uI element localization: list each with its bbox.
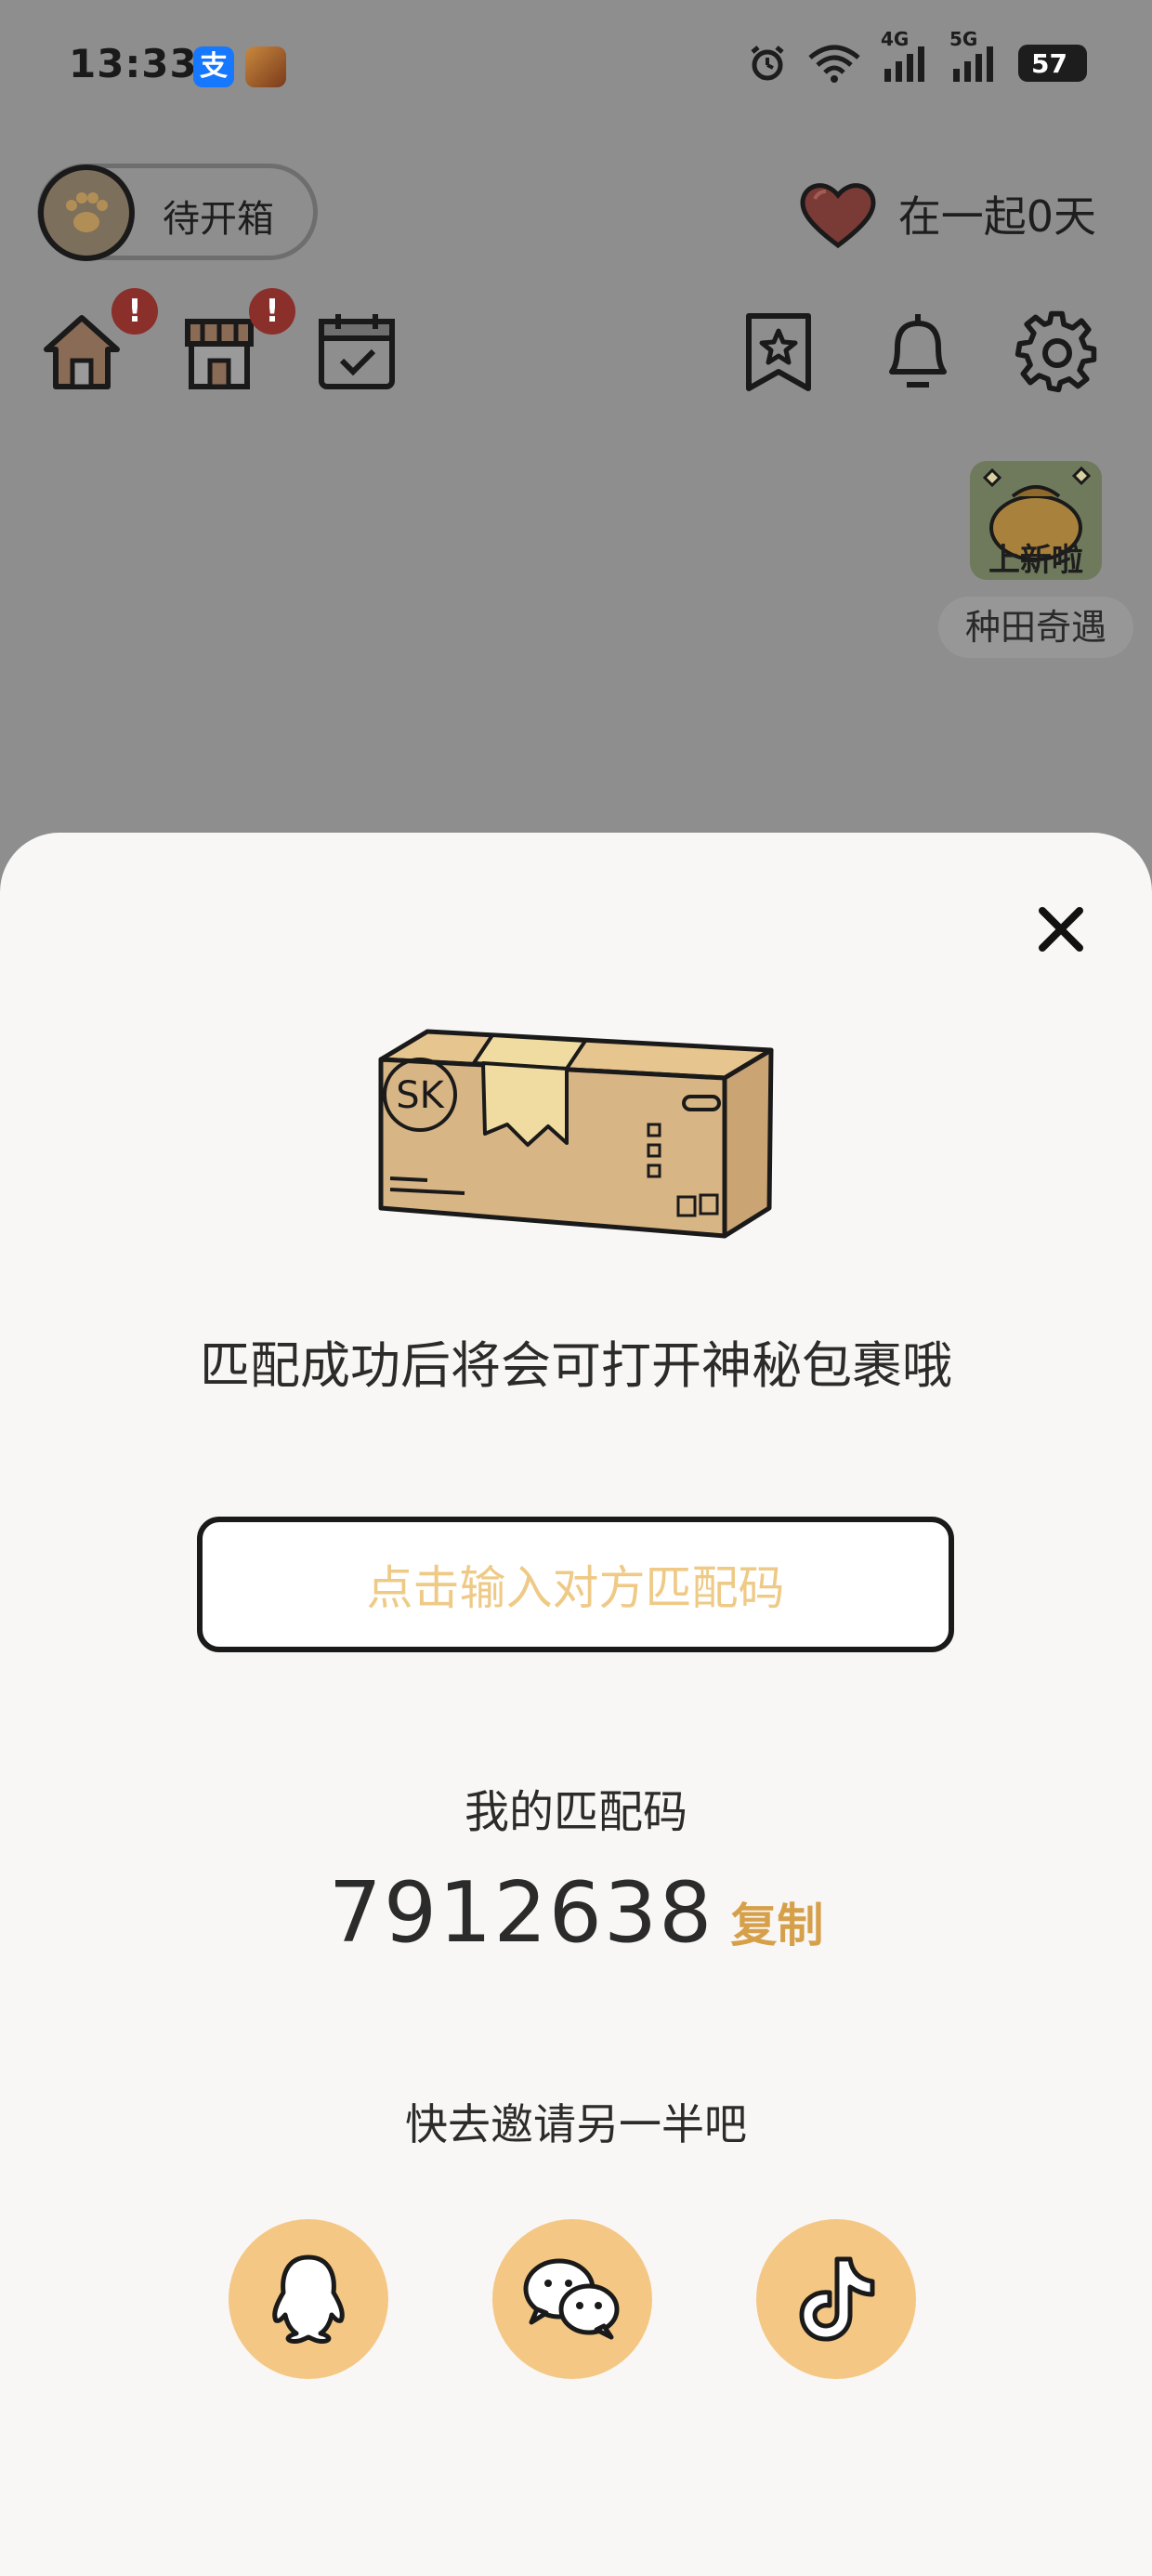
package-box-icon: SK <box>378 1029 774 1239</box>
mystery-box-illustration: SK <box>372 1022 780 1245</box>
signal-4g-icon <box>884 46 924 82</box>
notification-badge: ! <box>249 288 295 335</box>
status-icons: 4G 5G 57 <box>747 28 1087 84</box>
treasure-bag-icon: 上新啦 <box>970 461 1102 580</box>
qq-icon <box>272 2254 345 2344</box>
sheet-title: 匹配成功后将会可打开神秘包裹哦 <box>200 1336 952 1395</box>
favorites-button[interactable] <box>734 307 827 400</box>
wechat-icon <box>523 2258 620 2340</box>
invite-label: 快去邀请另一半吧 <box>405 2099 747 2149</box>
share-douyin-button[interactable] <box>756 2219 916 2379</box>
promo-label[interactable]: 种田奇遇 <box>938 597 1133 658</box>
game-app-icon <box>245 46 286 87</box>
days-together-text: 在一起0天 <box>897 191 1096 242</box>
share-wechat-button[interactable] <box>492 2219 652 2379</box>
home-button[interactable]: ! <box>37 288 158 400</box>
notifications-button[interactable] <box>873 307 966 400</box>
alipay-icon: 支 <box>193 46 234 87</box>
bookmark-star-icon <box>746 313 811 391</box>
shop-button[interactable]: ! <box>175 288 295 400</box>
share-qq-button[interactable] <box>229 2219 388 2379</box>
unbox-status-pill[interactable]: 待开箱 <box>37 164 318 261</box>
my-code-label: 我的匹配码 <box>464 1786 687 1838</box>
wifi-icon <box>808 45 860 83</box>
partner-code-input[interactable]: 点击输入对方匹配码 <box>197 1517 954 1652</box>
copy-button[interactable]: 复制 <box>730 1888 823 1955</box>
close-button[interactable] <box>1022 890 1100 968</box>
douyin-icon <box>799 2256 875 2342</box>
settings-button[interactable] <box>1013 307 1106 400</box>
notification-badge: ! <box>111 288 158 335</box>
bell-icon <box>889 314 947 388</box>
days-together[interactable]: 在一起0天 <box>796 177 1096 251</box>
status-time: 13:33 <box>69 41 198 86</box>
pill-label: 待开箱 <box>163 198 274 241</box>
my-code-row: 7912638 复制 <box>0 1864 1152 1962</box>
alarm-icon <box>751 46 784 81</box>
network-5g-label: 5G <box>949 28 978 50</box>
heart-icon <box>800 183 876 249</box>
dimmed-background[interactable] <box>0 0 1152 836</box>
my-code-value: 7912638 <box>328 1864 714 1962</box>
close-icon <box>1039 907 1083 952</box>
gear-icon <box>1015 310 1097 393</box>
calendar-button[interactable] <box>312 307 405 400</box>
promo-banner[interactable]: 上新啦 <box>966 455 1106 585</box>
promo-banner-text: 上新啦 <box>988 542 1083 579</box>
signal-5g-icon <box>953 46 993 82</box>
network-4g-label: 4G <box>881 28 910 50</box>
calendar-icon <box>319 314 395 389</box>
battery-indicator: 57 <box>1018 45 1087 82</box>
box-logo-text: SK <box>396 1074 445 1117</box>
paw-icon <box>66 192 108 232</box>
avatar <box>38 164 135 261</box>
